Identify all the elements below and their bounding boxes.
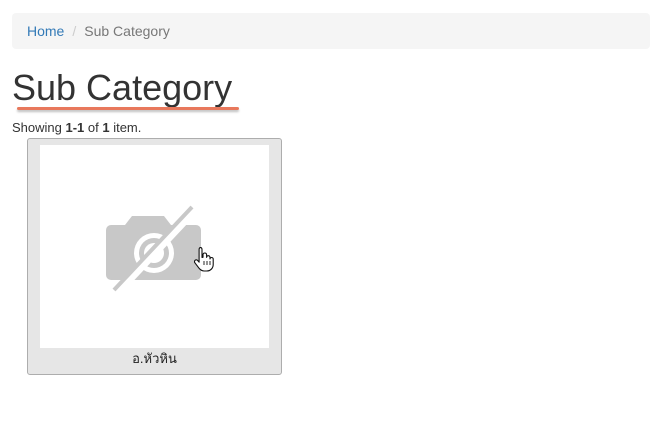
breadcrumb-separator: / (72, 23, 77, 39)
breadcrumb: Home / Sub Category (12, 13, 650, 49)
summary-range: 1-1 (65, 120, 85, 135)
subcategory-card[interactable]: อ.หัวหิน (27, 138, 282, 375)
summary-middle: of (84, 120, 103, 135)
summary-suffix: item. (109, 120, 142, 135)
page-title: Sub Category (12, 67, 233, 108)
breadcrumb-current: Sub Category (84, 23, 170, 39)
title-underline (17, 107, 239, 110)
card-label[interactable]: อ.หัวหิน (28, 350, 281, 368)
no-image-camera-icon (106, 205, 201, 296)
summary-prefix: Showing (12, 120, 66, 135)
card-thumbnail[interactable] (40, 145, 269, 348)
hand-cursor-icon (194, 246, 214, 272)
breadcrumb-home-link[interactable]: Home (27, 23, 64, 39)
summary-total: 1 (102, 120, 110, 135)
results-summary: Showing 1-1 of 1 item. (12, 120, 141, 136)
